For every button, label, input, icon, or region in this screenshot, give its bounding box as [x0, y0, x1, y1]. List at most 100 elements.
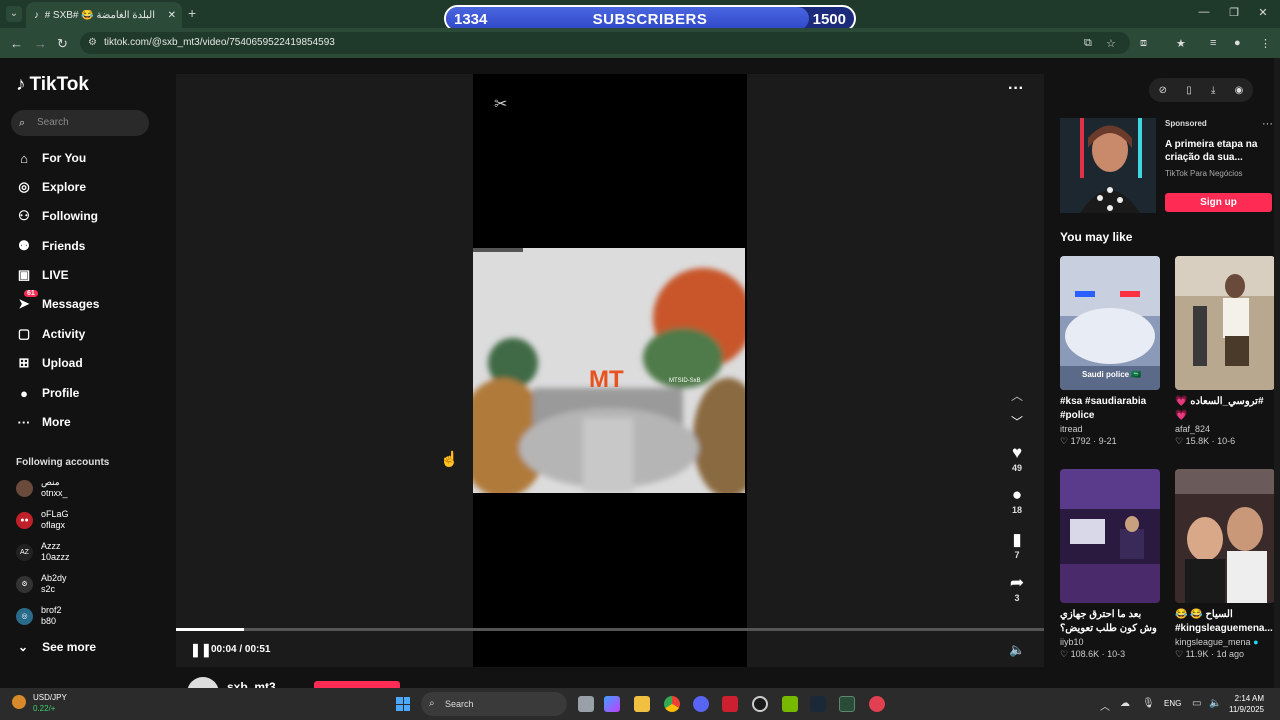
following-account[interactable]: منص otnxx_ [16, 474, 68, 502]
video-more-options-icon[interactable]: ··· [1008, 80, 1024, 98]
nav-for-you[interactable]: ⌂ For You [16, 146, 86, 170]
account-handle: oflagx [41, 520, 66, 530]
ad-title[interactable]: A primeira etapa na criação da sua... [1165, 138, 1265, 164]
activity-icon: ▢ [17, 326, 31, 341]
previous-video-icon[interactable]: ︿ [1011, 387, 1023, 404]
chrome-icon[interactable] [664, 696, 680, 712]
following-account[interactable]: ●● oFLaG oflagx [16, 506, 69, 534]
nav-activity[interactable]: ▢ Activity [16, 322, 86, 346]
video-thumbnail[interactable] [1060, 469, 1160, 603]
see-more-button[interactable]: ⌄ See more [18, 640, 96, 654]
card-author[interactable]: afaf_824 [1175, 424, 1275, 434]
copilot-icon[interactable] [604, 696, 620, 712]
back-icon[interactable]: ← [10, 36, 23, 51]
explore-icon[interactable]: ⊘ [1159, 85, 1167, 96]
language-indicator[interactable]: ENG [1164, 699, 1181, 708]
capcut-icon: ✂ [494, 96, 508, 113]
sign-up-button[interactable]: Sign up [1165, 193, 1272, 212]
card-caption[interactable]: بعد ما احترق جهازي وش كون طلب تعويض؟ ... [1060, 608, 1160, 636]
windows-taskbar: USD/JPY 0.22/+ ⌕ Search ︿ ☁ 🎙 ENG ▭ 🔈 2:… [0, 688, 1280, 720]
microphone-icon[interactable]: 🎙 [1142, 698, 1155, 709]
url-field[interactable]: ⚙ tiktok.com/@sxb_mt3/video/754065952241… [80, 32, 1130, 54]
video-frame[interactable]: MT MTSID-SxB [473, 248, 745, 493]
tray-chevron-icon[interactable]: ︿ [1100, 698, 1110, 713]
download-icon[interactable]: ⤓ [1211, 85, 1215, 96]
ad-thumbnail[interactable] [1060, 118, 1156, 213]
nav-profile[interactable]: ● Profile [16, 381, 79, 405]
video-progress-bar[interactable] [176, 628, 1044, 631]
file-explorer-icon[interactable] [634, 696, 650, 712]
forward-icon[interactable]: → [34, 36, 47, 51]
recommend-card[interactable]: 😂 😂 السياح #kingsleaguemena... kingsleag… [1175, 469, 1275, 660]
tab-close-icon[interactable]: ✕ [168, 10, 176, 21]
card-author[interactable]: iiyb10 [1060, 637, 1160, 647]
app-icon[interactable] [722, 696, 738, 712]
taskbar-search[interactable]: ⌕ Search [421, 692, 567, 716]
steam-icon[interactable] [810, 696, 826, 712]
ticker-name[interactable]: USD/JPY [33, 693, 67, 702]
nav-upload[interactable]: ⊞ Upload [16, 351, 83, 375]
minimize-button[interactable]: — [1194, 6, 1214, 18]
reading-list-icon[interactable]: ≡ [1210, 37, 1216, 49]
share-button[interactable]: ➦ 3 [1005, 573, 1029, 603]
card-caption[interactable]: #تروسي_السعاده 💗 💗 [1175, 395, 1275, 423]
browser-tab[interactable]: ♪ البلدة الغامضة 😂 #SXB # ✕ [26, 2, 182, 28]
clock[interactable]: 2:14 AM 11/9/2025 [1229, 693, 1264, 715]
task-view-icon[interactable] [578, 696, 594, 712]
new-tab-button[interactable]: + [188, 5, 196, 21]
following-accounts-title: Following accounts [16, 457, 110, 468]
card-caption[interactable]: #ksa #saudiarabia #police [1060, 395, 1160, 423]
profile-avatar-icon[interactable]: ● [1234, 37, 1241, 49]
video-thumbnail[interactable] [1175, 256, 1275, 390]
next-video-icon[interactable]: ﹀ [1011, 413, 1023, 430]
pause-button[interactable]: ❚❚ [190, 642, 212, 658]
volume-icon[interactable]: 🔈 [1009, 642, 1025, 658]
video-thumbnail[interactable] [1175, 469, 1275, 603]
extensions-icon[interactable]: ⧈ [1140, 37, 1147, 50]
speaker-icon[interactable]: 🔈 [1209, 698, 1221, 709]
windows-start-icon[interactable] [396, 697, 410, 711]
recommend-card[interactable]: #تروسي_السعاده 💗 💗 afaf_824 ♡ 15.8K · 10… [1175, 256, 1275, 447]
nav-more[interactable]: ··· More [16, 410, 71, 434]
reload-icon[interactable]: ↻ [57, 36, 68, 52]
user-avatar-icon[interactable]: ◉ [1235, 85, 1244, 96]
tiktok-logo[interactable]: ♪ TikTok [16, 74, 89, 96]
save-button[interactable]: ▮ 7 [1005, 530, 1029, 560]
nvidia-icon[interactable] [782, 696, 798, 712]
nav-messages[interactable]: ➤ 61 Messages [16, 290, 99, 316]
favorites-icon[interactable]: ★ [1176, 37, 1186, 50]
xbox-icon[interactable] [839, 696, 855, 712]
following-account[interactable]: ⚙ Ab2dy s2c [16, 570, 67, 598]
recommend-card[interactable]: بعد ما احترق جهازي وش كون طلب تعويض؟ ...… [1060, 469, 1160, 660]
discord-icon[interactable] [693, 696, 709, 712]
nav-explore[interactable]: ◎ Explore [16, 175, 86, 199]
following-account[interactable]: ◎ brof2 b80 [16, 602, 62, 630]
cast-icon[interactable]: ⧉ [1084, 37, 1092, 50]
page-scrollbar[interactable] [1274, 58, 1280, 688]
nav-friends[interactable]: ⚉ Friends [16, 234, 85, 258]
site-info-icon[interactable]: ⚙ [88, 32, 97, 54]
account-name: brof2 [41, 605, 62, 615]
search-input[interactable]: ⌕ Search [11, 110, 149, 136]
nav-live[interactable]: ▣ LIVE [16, 263, 69, 287]
ticker-icon[interactable] [12, 695, 26, 709]
bookmark-star-icon[interactable]: ☆ [1106, 37, 1116, 50]
maximize-button[interactable]: ❐ [1224, 6, 1244, 19]
comment-button[interactable]: ● 18 [1005, 485, 1029, 515]
monitor-icon[interactable]: ▭ [1192, 698, 1201, 709]
card-author[interactable]: kingsleague_mena ● [1175, 637, 1275, 647]
ad-more-icon[interactable]: ··· [1262, 118, 1273, 130]
cloud-icon[interactable]: ☁ [1120, 698, 1130, 709]
card-caption[interactable]: 😂 😂 السياح #kingsleaguemena... [1175, 608, 1275, 636]
record-icon[interactable] [869, 696, 885, 712]
close-window-button[interactable]: ✕ [1253, 6, 1273, 19]
device-icon[interactable]: ▯ [1186, 85, 1192, 96]
tab-list-button[interactable]: ⌄ [6, 6, 22, 22]
following-account[interactable]: AZ Azzz 10azzz [16, 538, 70, 566]
like-button[interactable]: ♥ 49 [1005, 443, 1029, 473]
obs-icon[interactable] [752, 696, 768, 712]
nav-following[interactable]: ⚇ Following [16, 204, 98, 228]
recommend-card[interactable]: Saudi police 🇸🇦 #ksa #saudiarabia #polic… [1060, 256, 1160, 447]
browser-menu-icon[interactable]: ⋮ [1260, 37, 1271, 50]
card-author[interactable]: itread [1060, 424, 1160, 434]
